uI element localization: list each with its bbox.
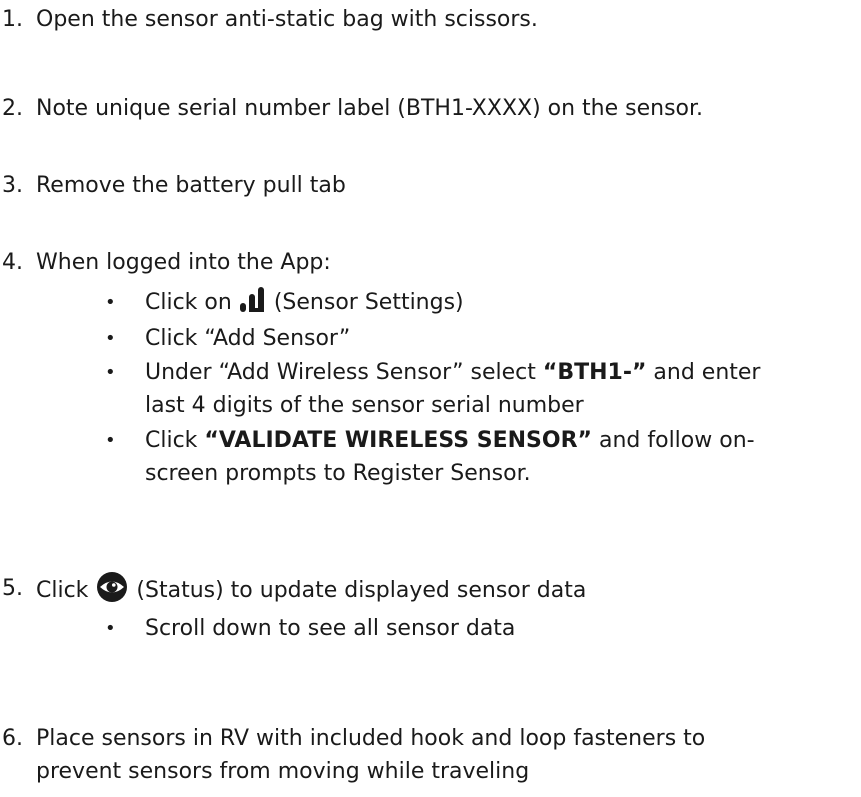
step-text: Place sensors in RV with included hook a…	[36, 726, 706, 751]
step-number: 3.	[2, 173, 23, 198]
step-text: Note unique serial number label (BTH1-XX…	[36, 96, 704, 121]
step-number: 5.	[2, 576, 23, 601]
step-text: Remove the battery pull tab	[36, 173, 346, 198]
bullet-dot: •	[105, 328, 116, 349]
bullet-dot: •	[105, 430, 116, 451]
step-number: 4.	[2, 250, 23, 275]
bullet-dot: •	[105, 362, 116, 383]
step-number: 2.	[2, 96, 23, 121]
bar-chart-icon	[239, 287, 264, 312]
step-text: Click (Status) to update displayed senso…	[36, 572, 586, 607]
bullet-text: Click “Add Sensor”	[145, 326, 351, 351]
step-text: When logged into the App:	[36, 250, 331, 275]
step-number: 6.	[2, 726, 23, 751]
bullet-text: Under “Add Wireless Sensor” select “BTH1…	[145, 360, 761, 385]
bullet-text-line2: screen prompts to Register Sensor.	[145, 461, 531, 486]
bullet-text: Click on (Sensor Settings)	[145, 286, 464, 319]
bullet-text-line2: last 4 digits of the sensor serial numbe…	[145, 393, 584, 418]
bullet-dot: •	[105, 292, 116, 313]
step-number: 1.	[2, 7, 23, 32]
eye-icon	[97, 572, 128, 602]
bullet-dot: •	[105, 618, 116, 639]
step-text: Open the sensor anti-static bag with sci…	[36, 7, 538, 32]
step-text-line2: prevent sensors from moving while travel…	[36, 759, 530, 784]
bullet-text: Click “VALIDATE WIRELESS SENSOR” and fol…	[145, 428, 755, 453]
bullet-text: Scroll down to see all sensor data	[145, 616, 516, 641]
